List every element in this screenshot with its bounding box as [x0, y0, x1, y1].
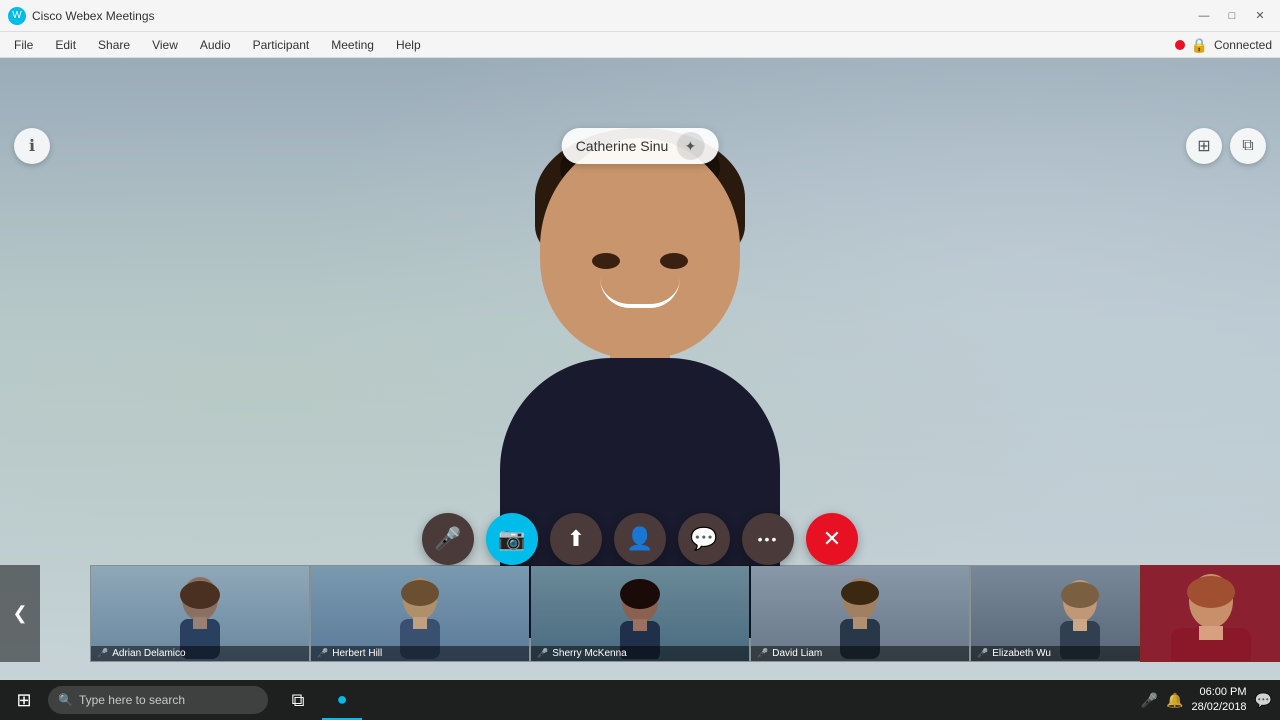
taskbar-time: 06:00 PM 28/02/2018 [1192, 685, 1247, 716]
task-view-icon: ⧉ [292, 690, 305, 711]
participants-icon: 👤 [626, 526, 653, 552]
name-label-2: Herbert Hill [332, 648, 382, 659]
thumbnail-4[interactable]: 🎤 David Liam [750, 565, 970, 662]
thumbnail-1[interactable]: 🎤 Adrian Delamico [90, 565, 310, 662]
task-view-button[interactable]: ⧉ [278, 680, 318, 720]
maximize-button[interactable]: □ [1220, 4, 1244, 28]
thumbnail-4-name: 🎤 David Liam [751, 646, 969, 661]
thumbnail-2-person [380, 569, 460, 659]
more-icon: ••• [758, 531, 779, 547]
name-label-1: Adrian Delamico [112, 648, 185, 659]
more-button[interactable]: ••• [742, 513, 794, 565]
search-icon: 🔍 [58, 693, 73, 707]
lock-icon: 🔒 [1191, 37, 1208, 54]
time-display: 06:00 PM [1192, 685, 1247, 700]
info-button[interactable]: ℹ [14, 128, 50, 164]
date-display: 28/02/2018 [1192, 700, 1247, 715]
notification-tray-icon: 🔔 [1166, 692, 1183, 709]
menu-participant[interactable]: Participant [243, 36, 320, 54]
control-bar: 🎤 📷 ⬆ 👤 💬 ••• ✕ [422, 513, 858, 565]
status-dot [1175, 40, 1185, 50]
layout-icon: ⊞ [1197, 136, 1210, 156]
thumbnail-4-person [820, 569, 900, 659]
chat-button[interactable]: 💬 [678, 513, 730, 565]
search-placeholder: Type here to search [79, 693, 185, 707]
menu-edit[interactable]: Edit [45, 36, 86, 54]
name-label-3: Sherry McKenna [552, 648, 626, 659]
menu-share[interactable]: Share [88, 36, 140, 54]
chat-icon: 💬 [690, 526, 717, 552]
name-label-4: David Liam [772, 648, 822, 659]
star-icon: ✦ [684, 138, 696, 155]
thumbnail-2-name: 🎤 Herbert Hill [311, 646, 529, 661]
mic-tray-icon: 🎤 [1141, 692, 1158, 709]
end-icon: ✕ [823, 526, 841, 552]
mic-status-4: 🎤 [757, 648, 768, 659]
thumbnails-container: 🎤 Adrian Delamico 🎤 Herbert Hill [90, 565, 1190, 662]
mic-status-3: 🎤 [537, 648, 548, 659]
menu-audio[interactable]: Audio [190, 36, 241, 54]
share-icon: ⬆ [567, 526, 585, 552]
thumbnail-1-name: 🎤 Adrian Delamico [91, 646, 309, 661]
self-view [1140, 565, 1280, 662]
pip-button[interactable]: ⧉ [1230, 128, 1266, 164]
window-controls: — □ ✕ [1192, 4, 1272, 28]
webex-taskbar-button[interactable]: ● [322, 680, 362, 720]
mic-icon: 🎤 [434, 526, 461, 552]
mute-button[interactable]: 🎤 [422, 513, 474, 565]
menu-view[interactable]: View [142, 36, 188, 54]
star-button[interactable]: ✦ [676, 132, 704, 160]
thumbnail-strip: ❮ 🎤 Adrian Delamico [0, 565, 1280, 662]
prev-thumbnail-button[interactable]: ❮ [0, 565, 40, 662]
end-call-button[interactable]: ✕ [806, 513, 858, 565]
menu-bar: File Edit Share View Audio Participant M… [0, 32, 1280, 58]
speaker-name: Catherine Sinu [576, 138, 669, 154]
thumbnail-5-person [1040, 569, 1120, 659]
speaker-badge: Catherine Sinu ✦ [562, 128, 719, 164]
pip-icon: ⧉ [1242, 137, 1253, 155]
video-button[interactable]: 📷 [486, 513, 538, 565]
thumbnail-3-name: 🎤 Sherry McKenna [531, 646, 749, 661]
top-right-controls: ⊞ ⧉ [1186, 128, 1266, 164]
mic-status-1: 🎤 [97, 648, 108, 659]
mic-status-5: 🎤 [977, 648, 988, 659]
taskbar: ⊞ 🔍 Type here to search ⧉ ● 🎤 🔔 06:00 PM… [0, 680, 1280, 720]
video-icon: 📷 [498, 526, 525, 552]
taskbar-search[interactable]: 🔍 Type here to search [48, 686, 268, 714]
thumbnail-3-person [600, 569, 680, 659]
close-button[interactable]: ✕ [1248, 4, 1272, 28]
participants-button[interactable]: 👤 [614, 513, 666, 565]
notification-center-icon[interactable]: 💬 [1255, 692, 1272, 709]
taskbar-right: 🎤 🔔 06:00 PM 28/02/2018 💬 [1141, 685, 1280, 716]
thumbnail-3[interactable]: 🎤 Sherry McKenna [530, 565, 750, 662]
connected-label: Connected [1214, 38, 1272, 52]
status-bar: 🔒 Connected [1175, 32, 1272, 58]
eye-right [660, 253, 688, 269]
info-icon: ℹ [29, 136, 35, 156]
menu-meeting[interactable]: Meeting [321, 36, 384, 54]
main-video: ℹ Catherine Sinu ✦ ⊞ ⧉ 🎤 📷 ⬆ 👤 💬 [0, 58, 1280, 720]
name-label-5: Elizabeth Wu [992, 648, 1051, 659]
person-head [540, 138, 740, 358]
layout-button[interactable]: ⊞ [1186, 128, 1222, 164]
start-button[interactable]: ⊞ [0, 680, 48, 720]
app-title: Cisco Webex Meetings [32, 9, 1192, 23]
menu-help[interactable]: Help [386, 36, 431, 54]
taskbar-center: ⧉ ● [278, 680, 362, 720]
title-bar: W Cisco Webex Meetings — □ ✕ [0, 0, 1280, 32]
smile [600, 278, 680, 308]
thumbnail-1-person [160, 569, 240, 659]
app-icon: W [8, 7, 26, 25]
webex-taskbar-icon: ● [337, 689, 348, 710]
minimize-button[interactable]: — [1192, 4, 1216, 28]
windows-icon: ⊞ [16, 690, 31, 711]
eye-left [592, 253, 620, 269]
menu-file[interactable]: File [4, 36, 43, 54]
share-button[interactable]: ⬆ [550, 513, 602, 565]
self-view-person [1141, 566, 1280, 662]
thumbnail-2[interactable]: 🎤 Herbert Hill [310, 565, 530, 662]
mic-status-2: 🎤 [317, 648, 328, 659]
